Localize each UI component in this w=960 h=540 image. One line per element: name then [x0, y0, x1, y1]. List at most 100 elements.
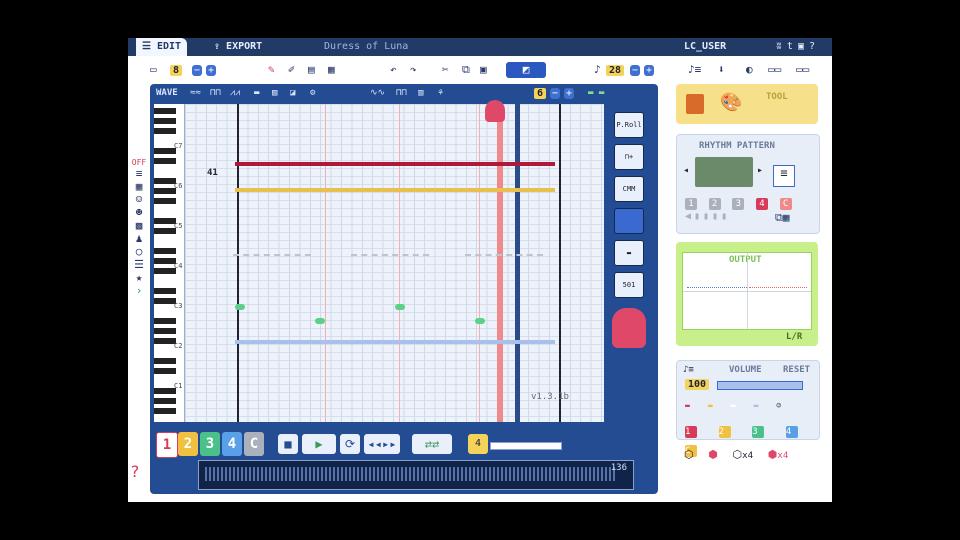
channel-num[interactable]: 2: [718, 426, 731, 438]
note-track2[interactable]: [235, 188, 555, 192]
user-name[interactable]: LC_USER: [684, 38, 726, 56]
book-icon[interactable]: [686, 94, 704, 114]
wave-custom-icon[interactable]: ◪: [290, 88, 295, 98]
track-4-button[interactable]: 4: [222, 432, 242, 456]
circle-icon[interactable]: ○: [128, 245, 150, 258]
piano-roll-button[interactable]: P.Roll: [614, 112, 644, 138]
loop-range-slider[interactable]: [490, 442, 562, 450]
palette-icon[interactable]: 🎨: [720, 92, 742, 113]
off-icon[interactable]: OFF: [128, 158, 150, 167]
dice-red-icon[interactable]: ⬢: [708, 448, 718, 461]
copy-icon[interactable]: ⧉: [462, 62, 470, 78]
dice-x4-icon[interactable]: ⬡x4: [732, 448, 753, 461]
wave-pulse-icon[interactable]: ▬: [254, 88, 259, 98]
face-icon[interactable]: ☺: [128, 193, 150, 206]
noise-block[interactable]: [351, 254, 429, 284]
noise-block[interactable]: [465, 254, 543, 284]
rhythm-tool-row[interactable]: ◀▮▮▮▮: [685, 211, 730, 222]
track-2-button[interactable]: 2: [178, 432, 198, 456]
wave-saw-icon[interactable]: ⩘⩘: [230, 88, 240, 98]
share-icon[interactable]: ʬ: [776, 41, 787, 52]
grid-icon[interactable]: ▩: [128, 219, 150, 232]
rhythm-preview-image[interactable]: [695, 157, 753, 187]
track-c-button[interactable]: C: [244, 432, 264, 456]
stamp-icon[interactable]: ▦: [328, 62, 335, 78]
star-list-icon[interactable]: ★: [128, 271, 150, 284]
reset-button[interactable]: RESET: [783, 365, 810, 375]
list-icon[interactable]: ≡: [128, 167, 150, 180]
play-button[interactable]: ▶: [302, 434, 336, 454]
rhythm-num[interactable]: 1: [685, 198, 697, 210]
wave-square-icon[interactable]: ⊓⊓: [210, 88, 221, 98]
tempo-up-button[interactable]: +: [644, 62, 655, 78]
note-grid[interactable]: 41 v1.3.1b: [185, 100, 604, 422]
track-3-button[interactable]: 3: [200, 432, 220, 456]
rhythm-num[interactable]: 3: [732, 198, 745, 210]
note-track3[interactable]: [395, 304, 405, 310]
rhythm-num[interactable]: 2: [708, 198, 721, 210]
copy-pattern-icon[interactable]: ⧉▦: [775, 211, 789, 225]
folder-icon[interactable]: ▭: [150, 62, 157, 78]
file-next-button[interactable]: +: [206, 62, 217, 78]
channel-num[interactable]: 3: [752, 426, 765, 438]
wave-tone-icon[interactable]: ⚙: [310, 88, 315, 98]
image-icon[interactable]: ▭▭: [796, 62, 809, 78]
note-track3[interactable]: [315, 318, 325, 324]
dice-icon[interactable]: ⬡: [684, 448, 694, 461]
note-add-icon[interactable]: ⊓+: [614, 144, 644, 170]
rewind-forward-buttons[interactable]: ◂◂▸▸: [364, 434, 400, 454]
repeat-buttons[interactable]: ⇄⇄: [412, 434, 452, 454]
download-icon[interactable]: ⬇: [718, 62, 725, 78]
menu-icon[interactable]: ☰: [128, 258, 150, 271]
track-1-button[interactable]: 1: [156, 432, 178, 458]
chevron-right-icon[interactable]: ▸: [757, 165, 763, 176]
page-prev-button[interactable]: −: [550, 88, 561, 99]
note-track1[interactable]: [235, 162, 555, 166]
channel-state-row[interactable]: ▬▬▬▬☺: [685, 401, 799, 410]
chevron-left-icon[interactable]: ◂: [683, 165, 689, 176]
person-icon[interactable]: ♟: [128, 232, 150, 245]
eraser-icon[interactable]: ✐: [288, 62, 295, 78]
help-bubble-icon[interactable]: ?: [130, 462, 140, 481]
channel-num[interactable]: 1: [685, 426, 697, 438]
tab-edit[interactable]: ☰ EDIT: [136, 38, 188, 56]
rhythm-num[interactable]: C: [779, 198, 792, 210]
noise-block[interactable]: [233, 254, 311, 284]
rhythm-num[interactable]: 4: [755, 198, 768, 210]
song-overview[interactable]: 136: [198, 460, 634, 490]
stop-button[interactable]: ■: [278, 434, 298, 454]
text-icon[interactable]: t: [787, 41, 798, 52]
color-bar-icon[interactable]: ▬: [614, 240, 644, 266]
wave-sine-icon[interactable]: ≈≈: [190, 88, 201, 98]
loop-icon[interactable]: ⟳: [340, 434, 360, 454]
file-prev-button[interactable]: −: [192, 62, 203, 78]
cat-icon[interactable]: ☻: [128, 206, 150, 219]
select-mode-button[interactable]: ◩: [506, 62, 546, 78]
piano-icon[interactable]: ▤: [308, 62, 315, 78]
drum-icon[interactable]: ⚘: [438, 88, 443, 98]
cut-icon[interactable]: ✂: [442, 62, 449, 78]
paste-icon[interactable]: ▣: [480, 62, 487, 78]
page-next-button[interactable]: +: [564, 88, 575, 99]
tab-export[interactable]: ⇪ EXPORT: [208, 38, 268, 56]
chevron-right-icon[interactable]: ›: [128, 284, 150, 297]
help-icon[interactable]: ?: [809, 41, 820, 52]
note-track3[interactable]: [475, 318, 485, 324]
note-track3[interactable]: [235, 304, 245, 310]
undo-icon[interactable]: ↶: [390, 62, 397, 78]
wave-image-icon[interactable]: ▨: [272, 88, 277, 98]
wave-noise-icon[interactable]: ⊓⊓: [396, 88, 407, 98]
wave-tri-icon[interactable]: ∿∿: [370, 88, 385, 98]
tempo-down-button[interactable]: −: [630, 62, 641, 78]
sort-icon[interactable]: ♪≡: [688, 62, 701, 78]
piano-roll[interactable]: C7 C6 C5 C4 C3 C2 C1 41 v1.3.1b: [154, 100, 604, 422]
list-view-button[interactable]: ≡: [773, 165, 795, 187]
sound-icon[interactable]: ◐: [746, 62, 753, 78]
pencil-icon[interactable]: ✎: [268, 62, 275, 78]
disk-icon[interactable]: ▣: [798, 41, 809, 52]
channel-num[interactable]: 4: [785, 426, 798, 438]
tone-icon[interactable]: ▥: [418, 88, 423, 98]
layers-icon[interactable]: [614, 208, 644, 234]
window-icon[interactable]: ▭▭: [768, 62, 781, 78]
bars-icon[interactable]: ▦: [128, 180, 150, 193]
